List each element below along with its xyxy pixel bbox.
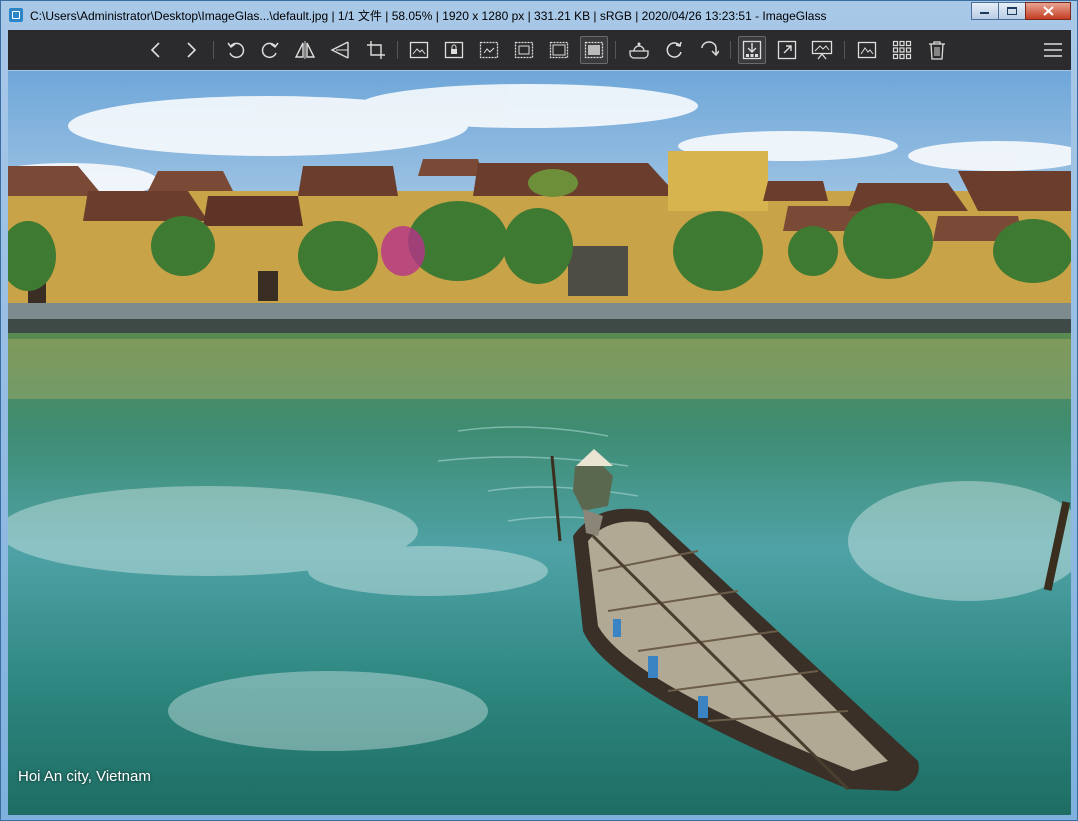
minimize-icon	[980, 12, 989, 14]
flip-horizontal-icon	[294, 41, 316, 59]
lock-zoom-button[interactable]	[440, 36, 468, 64]
fullscreen-button[interactable]	[773, 36, 801, 64]
lock-zoom-icon	[444, 41, 464, 59]
toolbar-separator	[844, 41, 845, 59]
rotate-right-button[interactable]	[256, 36, 284, 64]
toolbar-separator	[213, 41, 214, 59]
scale-to-width-icon	[479, 41, 499, 59]
refresh-icon	[666, 41, 682, 58]
auto-zoom-button[interactable]	[405, 36, 433, 64]
scale-to-height-icon	[514, 41, 534, 59]
thumbnail-bar-button[interactable]	[738, 36, 766, 64]
toolbar-separator	[615, 41, 616, 59]
app-window: C:\Users\Administrator\Desktop\ImageGlas…	[0, 0, 1078, 821]
thumbnail-bar-icon	[742, 40, 762, 60]
flip-vertical-button[interactable]	[326, 36, 354, 64]
close-button[interactable]	[1025, 2, 1071, 20]
minimize-button[interactable]	[971, 2, 999, 20]
maximize-icon	[1006, 6, 1017, 15]
refresh-button[interactable]	[660, 36, 688, 64]
crop-button[interactable]	[362, 36, 390, 64]
close-icon	[1042, 6, 1054, 16]
main-menu-icon	[1044, 43, 1062, 57]
next-image-icon	[187, 42, 197, 58]
rotate-left-button[interactable]	[222, 36, 250, 64]
image-viewer[interactable]: Hoi An city, Vietnam	[8, 71, 1071, 815]
slideshow-button[interactable]	[808, 36, 836, 64]
main-menu-button[interactable]	[1039, 36, 1067, 64]
displayed-photo	[8, 71, 1071, 815]
previous-image-button[interactable]	[143, 36, 171, 64]
scale-to-fill-icon	[584, 41, 604, 59]
set-wallpaper-icon	[857, 41, 877, 59]
maximize-button[interactable]	[998, 2, 1026, 20]
auto-zoom-icon	[409, 41, 429, 59]
next-image-button[interactable]	[177, 36, 205, 64]
imageglass-app-icon[interactable]	[9, 8, 23, 22]
rotate-right-icon	[261, 42, 279, 59]
toolbar-separator	[397, 41, 398, 59]
rotate-left-icon	[227, 42, 245, 59]
delete-icon	[929, 41, 945, 60]
go-to-image-icon	[701, 41, 719, 57]
scale-to-fit-button[interactable]	[545, 36, 573, 64]
scale-to-width-button[interactable]	[475, 36, 503, 64]
crop-icon	[367, 41, 385, 59]
flip-horizontal-button[interactable]	[291, 36, 319, 64]
slideshow-icon	[811, 40, 833, 60]
checkerboard-button[interactable]	[625, 36, 653, 64]
scale-to-fit-icon	[549, 41, 569, 59]
title-bar[interactable]: C:\Users\Administrator\Desktop\ImageGlas…	[1, 1, 1077, 29]
gallery-grid-icon	[892, 40, 912, 60]
previous-image-icon	[150, 42, 160, 58]
flip-vertical-icon	[330, 41, 349, 59]
scale-to-height-button[interactable]	[510, 36, 538, 64]
checkerboard-icon	[629, 42, 649, 59]
delete-button[interactable]	[923, 36, 951, 64]
fullscreen-icon	[777, 40, 797, 60]
window-controls	[971, 2, 1071, 21]
image-caption: Hoi An city, Vietnam	[18, 768, 151, 785]
toolbar	[8, 30, 1071, 70]
gallery-grid-button[interactable]	[888, 36, 916, 64]
toolbar-separator	[730, 41, 731, 59]
go-to-image-button[interactable]	[695, 36, 723, 64]
set-wallpaper-button[interactable]	[853, 36, 881, 64]
window-title: C:\Users\Administrator\Desktop\ImageGlas…	[30, 9, 827, 23]
scale-to-fill-button[interactable]	[580, 36, 608, 64]
